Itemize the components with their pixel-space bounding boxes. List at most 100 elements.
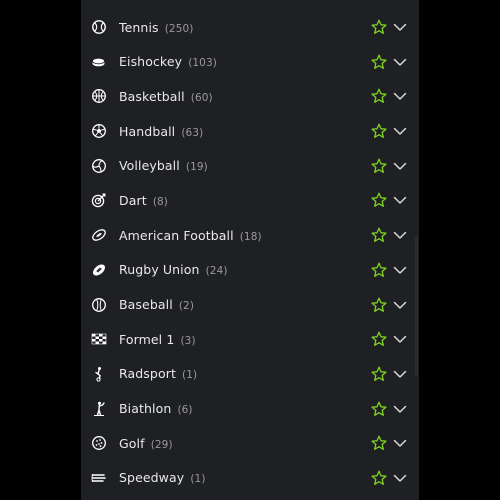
sport-label: Golf (29) [119, 436, 173, 451]
chevron-down-icon[interactable] [392, 88, 408, 104]
sport-row-golf[interactable]: Golf (29) [81, 426, 419, 461]
favorite-star-icon[interactable] [371, 192, 387, 208]
sport-name: Tennis [119, 19, 159, 35]
sport-row-volleyball[interactable]: Volleyball (19) [81, 148, 419, 183]
event-count: (24) [205, 265, 228, 278]
sport-label: Speedway (1) [119, 470, 206, 485]
sport-label: Baseball (2) [119, 297, 194, 312]
event-count: (6) [177, 404, 193, 417]
sport-name: Biathlon [119, 401, 172, 417]
sport-label: Eishockey (103) [119, 54, 217, 69]
chevron-down-icon[interactable] [392, 227, 408, 243]
sport-label: Tennis (250) [119, 20, 193, 35]
event-count: (250) [164, 22, 194, 35]
event-count: (8) [152, 195, 168, 208]
basketball-icon [91, 88, 107, 104]
sport-label: Basketball (60) [119, 89, 213, 104]
favorite-star-icon[interactable] [371, 262, 387, 278]
sport-row-radsport[interactable]: Radsport (1) [81, 357, 419, 392]
event-count: (63) [181, 126, 204, 139]
tennis-ball-icon [91, 19, 107, 35]
favorite-star-icon[interactable] [371, 366, 387, 382]
event-count: (19) [185, 161, 208, 174]
volleyball-icon [91, 158, 107, 174]
sports-list-panel: Fussball (578) Tennis (250) Eishockey (103… [81, 0, 419, 500]
sport-name: Dart [119, 192, 147, 208]
sport-name: Volleyball [119, 158, 180, 174]
checkered-flag-icon [91, 331, 107, 347]
biathlete-icon [91, 401, 107, 417]
favorite-star-icon[interactable] [371, 54, 387, 70]
chevron-down-icon[interactable] [392, 435, 408, 451]
sport-name: Baseball [119, 297, 173, 313]
favorite-star-icon[interactable] [371, 158, 387, 174]
favorite-star-icon[interactable] [371, 401, 387, 417]
favorite-star-icon[interactable] [371, 435, 387, 451]
sport-name: Rugby Union [119, 262, 200, 278]
scrollbar[interactable] [415, 236, 418, 376]
sport-label: Handball (63) [119, 124, 203, 139]
favorite-star-icon[interactable] [371, 19, 387, 35]
sport-label: Formel 1 (3) [119, 332, 196, 347]
golf-ball-icon [91, 435, 107, 451]
sport-row-fussball[interactable]: Fussball (578) [81, 0, 419, 10]
sport-label: Radsport (1) [119, 366, 197, 381]
chevron-down-icon[interactable] [392, 123, 408, 139]
sport-row-dart[interactable]: Dart (8) [81, 183, 419, 218]
sport-name: Eishockey [119, 54, 183, 70]
sport-row-handball[interactable]: Handball (63) [81, 114, 419, 149]
event-count: (2) [178, 300, 195, 313]
event-count: (3) [180, 334, 196, 347]
sport-label: Rugby Union (24) [119, 262, 228, 277]
sport-name: Speedway [119, 470, 185, 486]
hockey-puck-icon [91, 54, 107, 70]
favorite-star-icon[interactable] [371, 123, 387, 139]
sport-row-speedway[interactable]: Speedway (1) [81, 461, 419, 496]
sport-label: American Football (18) [119, 228, 262, 243]
event-count: (103) [188, 57, 217, 70]
cyclist-icon [91, 366, 107, 382]
chevron-down-icon[interactable] [392, 262, 408, 278]
speedway-icon [91, 470, 107, 486]
dart-target-icon [91, 192, 107, 208]
favorite-star-icon[interactable] [371, 470, 387, 486]
chevron-down-icon[interactable] [392, 366, 408, 382]
sport-row-eishockey[interactable]: Eishockey (103) [81, 44, 419, 79]
sport-row-basketball[interactable]: Basketball (60) [81, 79, 419, 114]
sport-name: American Football [119, 227, 234, 243]
event-count: (60) [190, 91, 213, 104]
baseball-icon [91, 297, 107, 313]
sport-row-biathlon[interactable]: Biathlon (6) [81, 391, 419, 426]
sport-name: Golf [119, 435, 145, 451]
sport-name: Formel 1 [119, 331, 175, 347]
chevron-down-icon[interactable] [392, 297, 408, 313]
chevron-down-icon[interactable] [392, 158, 408, 174]
sport-row-rugby-union[interactable]: Rugby Union (24) [81, 253, 419, 288]
chevron-down-icon[interactable] [392, 401, 408, 417]
sport-row-tennis[interactable]: Tennis (250) [81, 10, 419, 45]
handball-icon [91, 123, 107, 139]
favorite-star-icon[interactable] [371, 88, 387, 104]
event-count: (18) [239, 230, 262, 243]
chevron-down-icon[interactable] [392, 54, 408, 70]
chevron-down-icon[interactable] [392, 470, 408, 486]
sport-name: Basketball [119, 88, 185, 104]
event-count: (29) [150, 438, 173, 451]
chevron-down-icon[interactable] [392, 192, 408, 208]
american-football-icon [91, 227, 107, 243]
sport-row-formel-1[interactable]: Formel 1 (3) [81, 322, 419, 357]
sport-row-baseball[interactable]: Baseball (2) [81, 287, 419, 322]
favorite-star-icon[interactable] [371, 227, 387, 243]
sport-name: Radsport [119, 366, 176, 382]
rugby-ball-icon [91, 262, 107, 278]
chevron-down-icon[interactable] [392, 331, 408, 347]
sport-label: Biathlon (6) [119, 401, 193, 416]
sport-name: Handball [119, 123, 176, 139]
chevron-down-icon[interactable] [392, 19, 408, 35]
sport-label: Volleyball (19) [119, 158, 208, 173]
sports-list: Fussball (578) Tennis (250) Eishockey (103… [81, 0, 419, 495]
event-count: (1) [190, 473, 206, 486]
favorite-star-icon[interactable] [371, 331, 387, 347]
sport-row-american-football[interactable]: American Football (18) [81, 218, 419, 253]
favorite-star-icon[interactable] [371, 297, 387, 313]
